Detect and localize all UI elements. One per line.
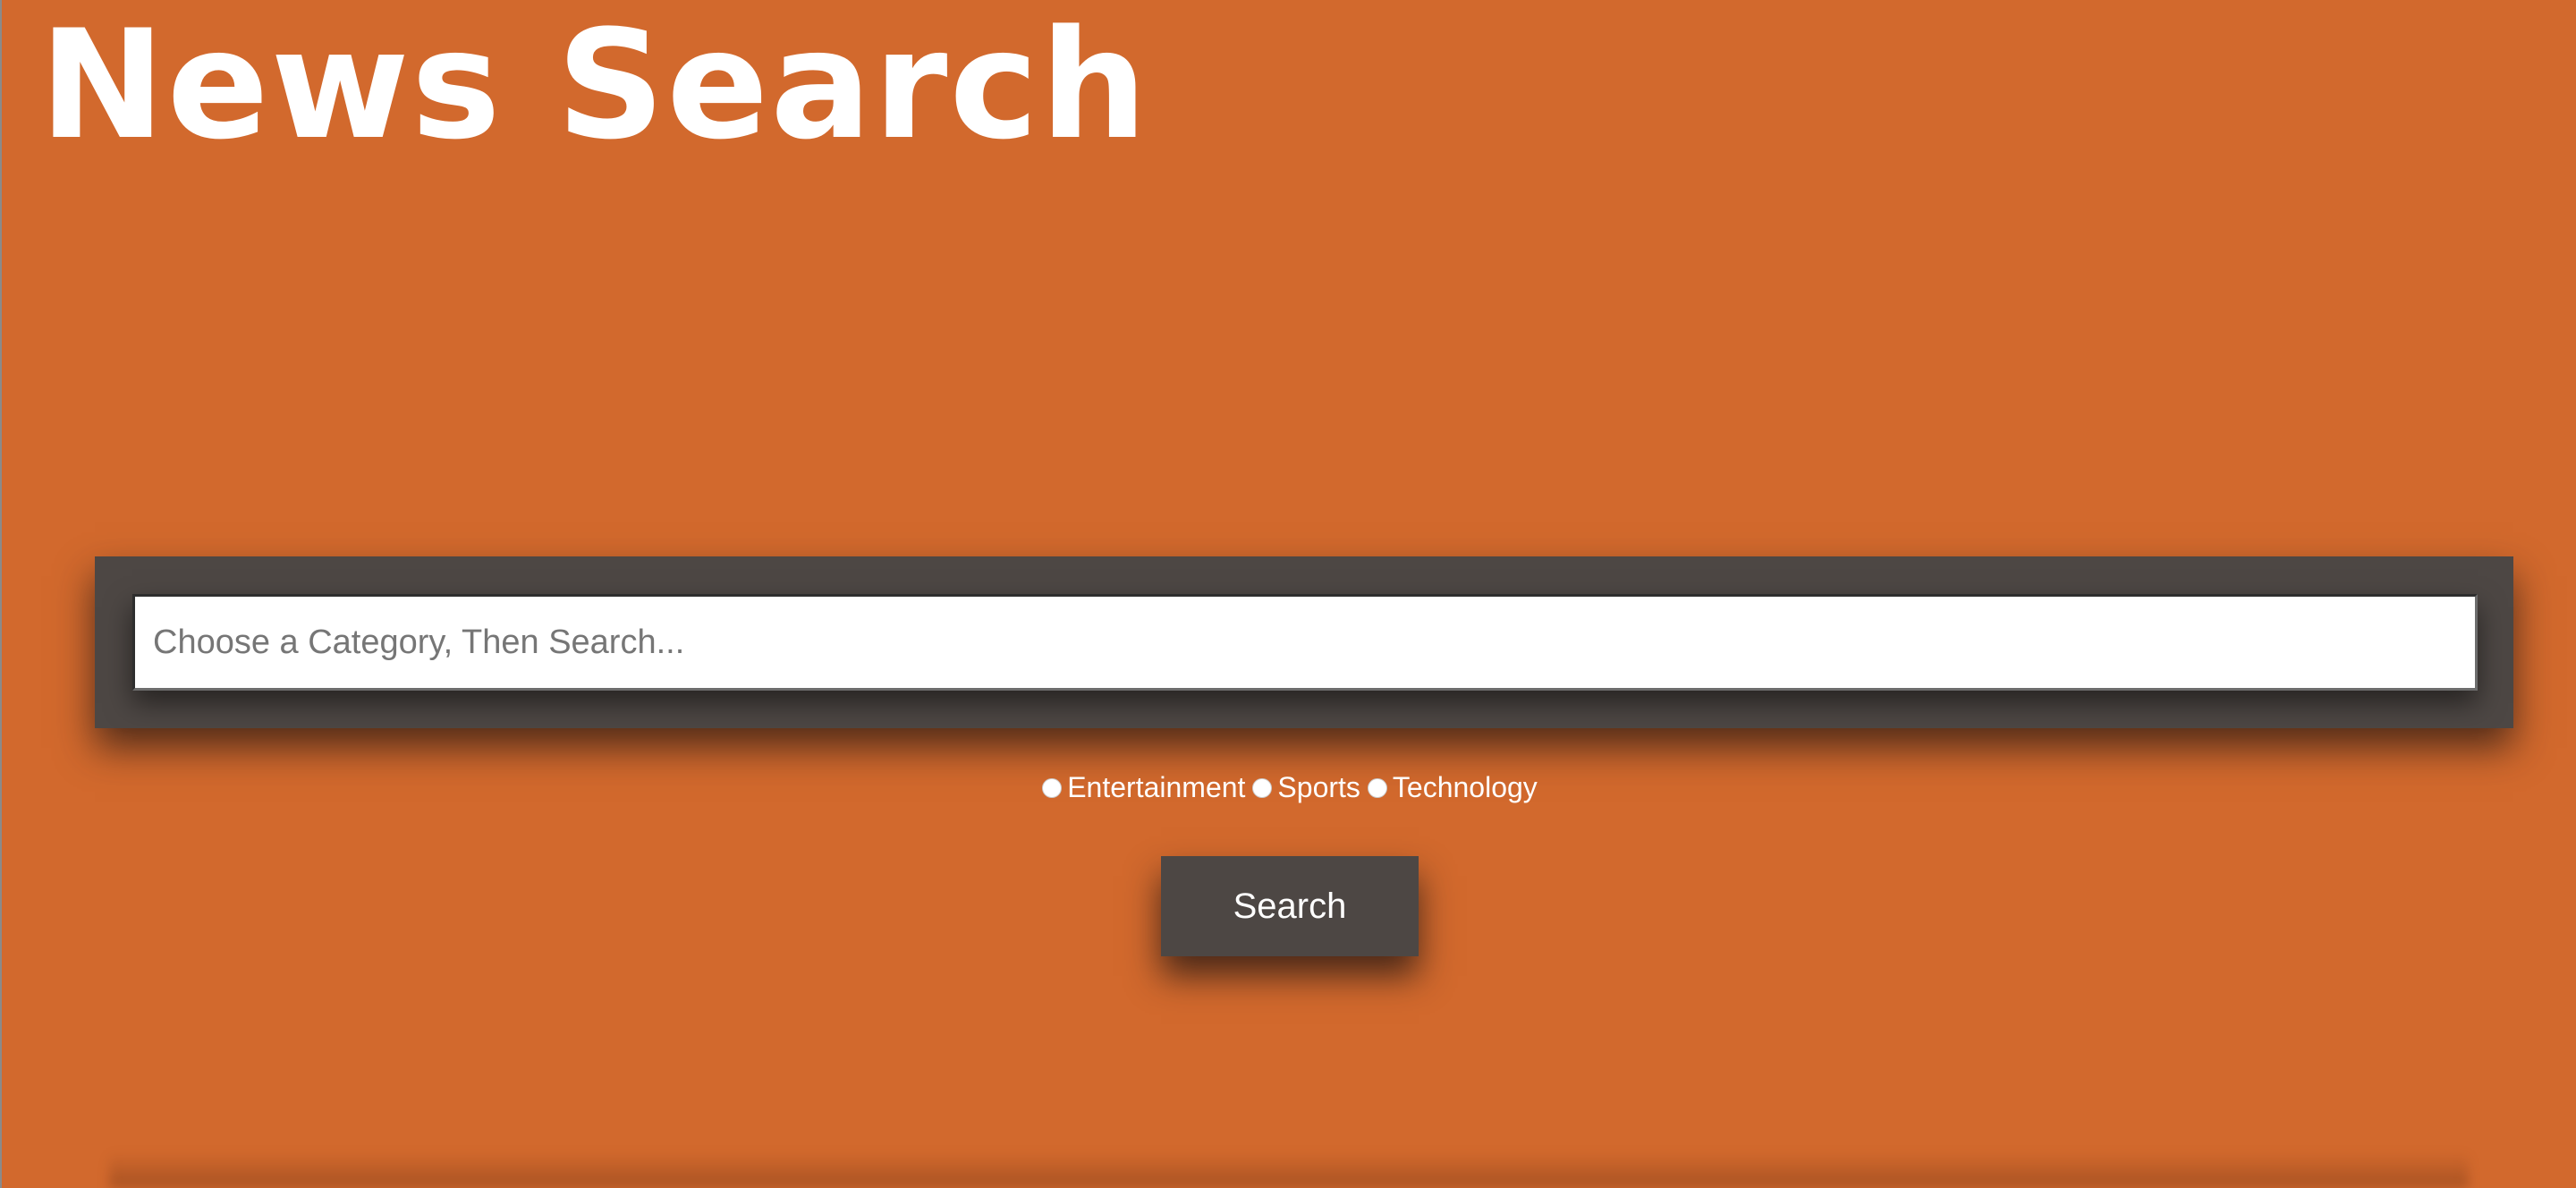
page-background: News Search Entertainment Sports Technol… [0,0,2576,1188]
category-option-entertainment[interactable]: Entertainment [1042,771,1245,804]
search-button[interactable]: Search [1161,856,1419,956]
category-option-sports[interactable]: Sports [1252,771,1360,804]
category-label-entertainment: Entertainment [1067,771,1246,803]
category-label-technology: Technology [1392,771,1538,803]
technology-radio[interactable] [1367,777,1387,798]
category-label-sports: Sports [1277,771,1360,803]
entertainment-radio[interactable] [1042,777,1063,798]
category-radio-group: Entertainment Sports Technology [2,771,2576,804]
bottom-shadow [109,1152,2469,1188]
page-title: News Search [39,0,1149,173]
search-bar-panel [95,556,2513,728]
category-option-technology[interactable]: Technology [1367,771,1538,804]
search-input[interactable] [132,594,2478,691]
sports-radio[interactable] [1252,777,1273,798]
